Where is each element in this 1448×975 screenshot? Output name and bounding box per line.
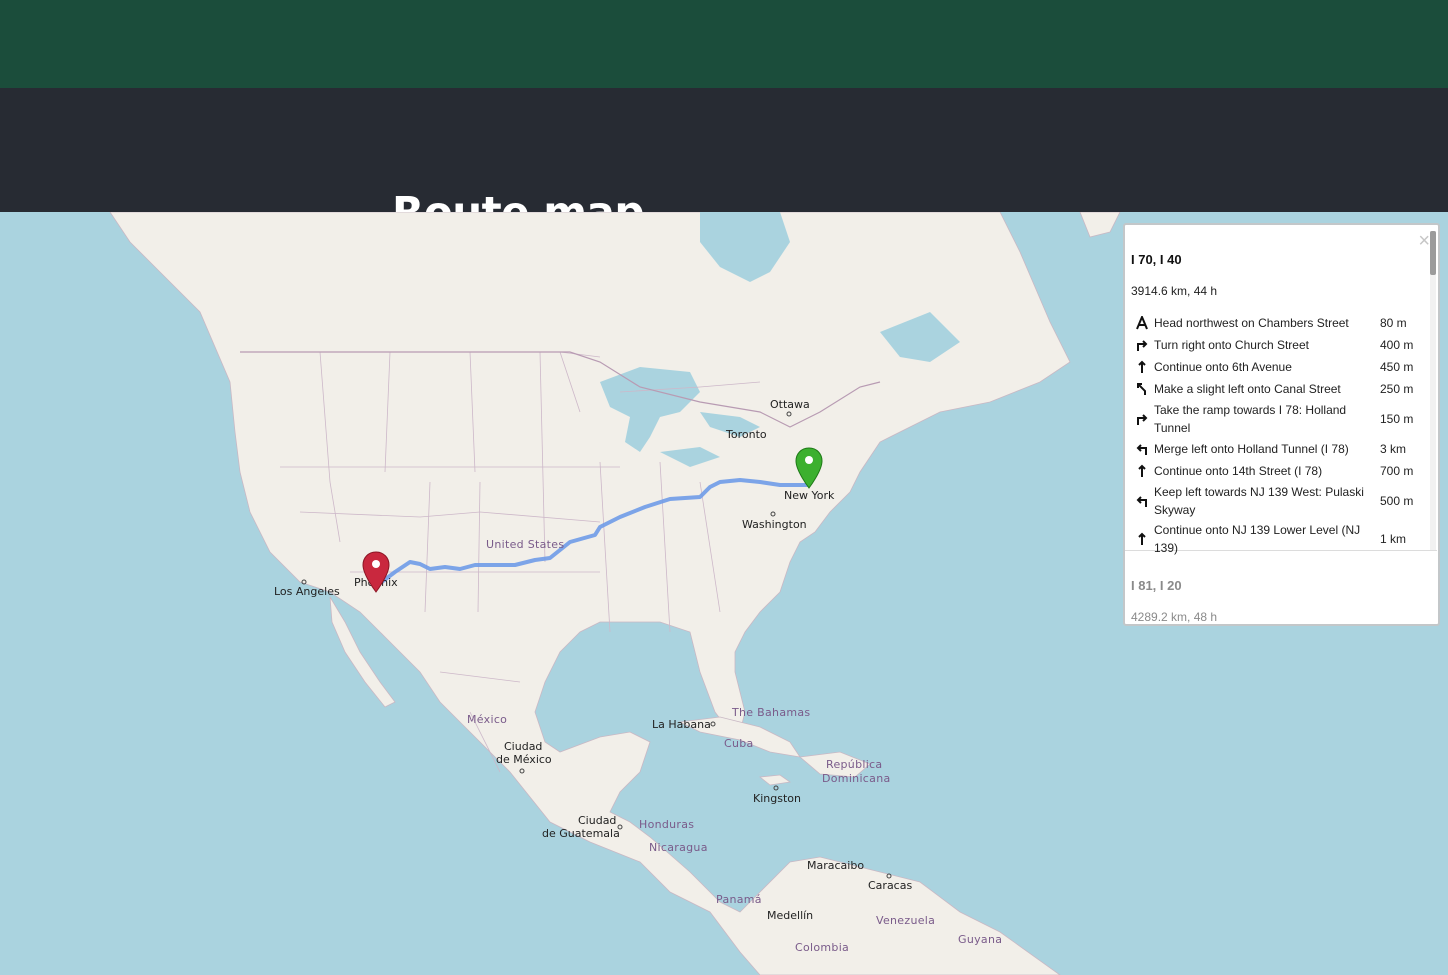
step-instruction: Turn right onto Church Street (1154, 338, 1309, 352)
greenland-land (1079, 212, 1121, 238)
turn-left-icon (1136, 496, 1147, 507)
page-header: Route map (0, 88, 1448, 237)
step-instruction: Continue onto 14th Street (I 78) (1154, 464, 1323, 478)
straight-icon (1138, 532, 1146, 545)
step-instruction: Keep left towards NJ 139 West: Pulaski S… (1154, 485, 1364, 517)
route-summary: 3914.6 km, 44 h (1131, 284, 1218, 298)
step-distance: 400 m (1380, 338, 1414, 352)
top-bar (0, 0, 1448, 88)
step-distance: 250 m (1380, 382, 1414, 396)
straight-icon (1138, 360, 1146, 373)
step-instruction: Continue onto 6th Avenue (1154, 360, 1292, 374)
step-distance: 700 m (1380, 464, 1414, 478)
step-instruction: Make a slight left onto Canal Street (1154, 382, 1341, 396)
step-distance: 500 m (1380, 494, 1414, 508)
step-distance: 450 m (1380, 360, 1414, 374)
step-instruction: Take the ramp towards I 78: Holland Tunn… (1154, 403, 1347, 435)
step-distance: 150 m (1380, 412, 1414, 426)
step-instruction: Head northwest on Chambers Street (1154, 316, 1349, 330)
jamaica-land (758, 774, 792, 786)
step-distance: 3 km (1380, 442, 1407, 456)
turn-right-icon (1137, 340, 1148, 351)
straight-icon (1138, 464, 1146, 477)
hispaniola-land (799, 751, 871, 778)
depart-icon (1136, 316, 1148, 330)
step-instruction: Merge left onto Holland Tunnel (I 78) (1154, 442, 1349, 456)
step-distance: 80 m (1380, 316, 1407, 330)
start-marker[interactable] (794, 446, 824, 491)
end-marker[interactable] (361, 550, 391, 595)
turn-left-icon (1136, 444, 1147, 455)
slight-left-icon (1137, 383, 1146, 395)
red-pin-icon (362, 551, 390, 593)
route-summary: 4289.2 km, 48 h (1131, 610, 1218, 624)
route-name: I 70, I 40 (1131, 252, 1182, 267)
cuba-land (678, 716, 801, 758)
turn-right-icon (1137, 414, 1148, 425)
step-instruction: Continue onto NJ 139 Lower Level (NJ 139… (1154, 523, 1361, 555)
routing-panel: × I 70, I 40 3914.6 km, 44 h Head northw… (1123, 223, 1440, 626)
route-name: I 81, I 20 (1131, 578, 1182, 593)
step-distance: 1 km (1380, 532, 1407, 546)
green-pin-icon (795, 447, 823, 489)
route-alternative-1[interactable]: I 70, I 40 3914.6 km, 44 h Head northwes… (1125, 225, 1437, 555)
